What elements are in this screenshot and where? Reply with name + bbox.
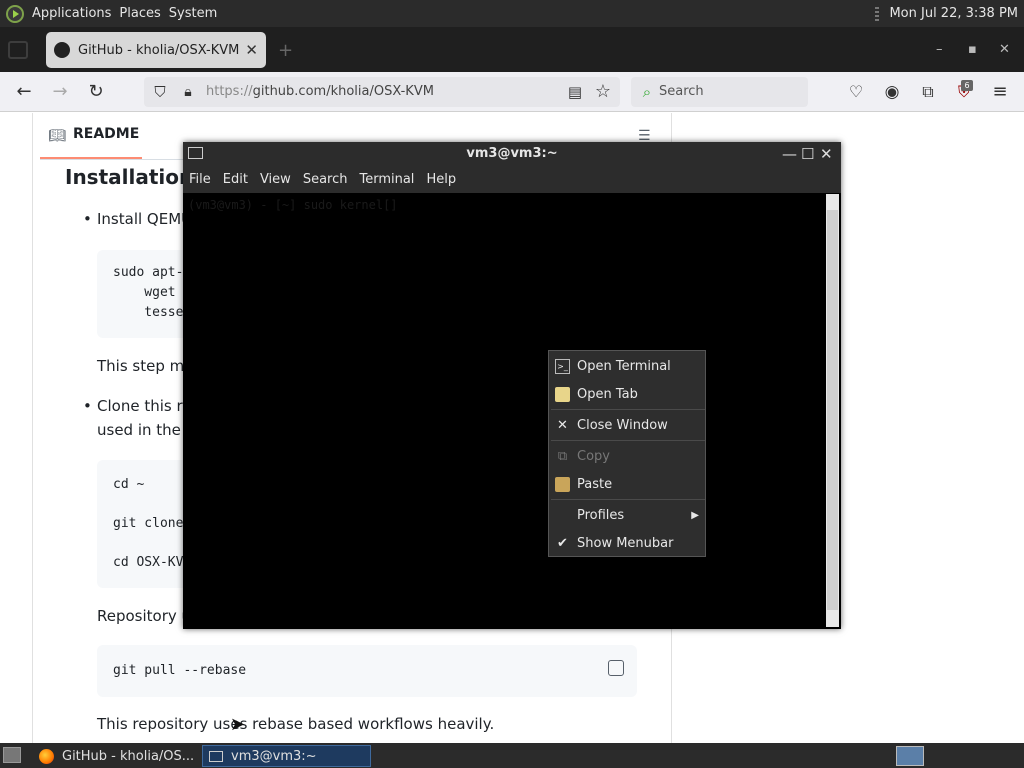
paragraph-rebase: This repository uses rebase based workfl…	[97, 715, 495, 733]
terminal-menubar: File Edit View Search Terminal Help	[183, 166, 841, 193]
top-panel: Applications Places System Mon Jul 22, 3…	[0, 0, 1024, 27]
firefox-icon	[39, 748, 54, 764]
terminal-maximize-button[interactable]: ☐	[801, 145, 814, 163]
hamburger-menu-icon[interactable]: ≡	[988, 80, 1012, 104]
copy-icon: ⧉	[557, 448, 568, 464]
book-icon: 📖︎	[48, 128, 66, 144]
tab-title: GitHub - kholia/OSX-KVM: R	[78, 42, 240, 58]
paragraph-repository: Repository u	[97, 607, 192, 625]
taskbar-item-terminal[interactable]: vm3@vm3:~	[202, 745, 371, 767]
terminal-minimize-button[interactable]: —	[782, 145, 797, 163]
terminal-scrollbar-thumb[interactable]	[827, 210, 838, 610]
ctx-profiles[interactable]: Profiles ▶	[549, 502, 707, 528]
terminal-window-icon[interactable]	[188, 147, 203, 159]
search-engine-icon: ⌕	[642, 83, 652, 101]
menu-search[interactable]: Search	[303, 172, 348, 187]
extensions-icon[interactable]: ⧉	[916, 80, 940, 104]
context-menu: >_ Open Terminal Open Tab ✕ Close Window…	[548, 350, 706, 557]
browser-minimize-button[interactable]: –	[936, 42, 943, 57]
code-line: git pull --rebase	[113, 663, 247, 678]
shield-icon[interactable]: ⛉	[148, 80, 172, 104]
check-icon: ✔	[557, 535, 568, 551]
distro-logo-icon[interactable]	[6, 4, 24, 23]
tab-overview-icon[interactable]	[8, 41, 28, 59]
ctx-open-tab[interactable]: Open Tab	[549, 381, 707, 407]
browser-maximize-button[interactable]: ▪	[968, 42, 977, 57]
paragraph-step: This step ma	[97, 357, 194, 375]
applications-menu[interactable]: Applications	[32, 6, 111, 21]
paste-icon	[555, 476, 570, 492]
terminal-prompt: (vm3@vm3) - [~] sudo kernel[]	[188, 198, 398, 212]
folder-tab-icon	[555, 386, 570, 402]
code-line: wget	[113, 285, 176, 300]
menu-terminal[interactable]: Terminal	[359, 172, 414, 187]
terminal-icon	[209, 750, 223, 762]
show-desktop-icon[interactable]	[3, 747, 21, 763]
workspace-switcher[interactable]	[896, 746, 924, 766]
submenu-arrow-icon: ▶	[691, 509, 699, 521]
terminal-close-button[interactable]: ✕	[820, 145, 833, 163]
browser-close-button[interactable]: ✕	[999, 42, 1010, 57]
blank-icon	[555, 508, 570, 523]
terminal-output[interactable]	[185, 194, 825, 627]
new-tab-icon[interactable]: +	[278, 40, 293, 61]
code-line: sudo apt-	[113, 265, 184, 280]
bullet-install-qemu: Install QEMU	[97, 210, 193, 228]
ctx-open-terminal[interactable]: >_ Open Terminal	[549, 353, 707, 379]
tab-close-icon[interactable]: ✕	[245, 41, 258, 59]
forward-icon[interactable]: →	[48, 80, 72, 104]
pocket-icon[interactable]: ♡	[844, 80, 868, 104]
mouse-cursor-icon: ➤	[230, 714, 246, 735]
menu-help[interactable]: Help	[426, 172, 456, 187]
browser-tab-github[interactable]: GitHub - kholia/OSX-KVM: R ✕	[46, 32, 266, 68]
ctx-separator	[551, 409, 705, 410]
bullet-dot: •	[83, 210, 92, 228]
back-icon[interactable]: ←	[12, 80, 36, 104]
lock-icon[interactable]: 🔒︎	[176, 80, 200, 104]
ublock-badge: 6	[961, 80, 973, 91]
ctx-separator	[551, 499, 705, 500]
bullet-dot: •	[83, 397, 92, 415]
code-line: git clone	[113, 516, 184, 531]
search-input[interactable]: Search	[659, 84, 704, 99]
code-line: tesse	[113, 305, 184, 320]
bullet-clone: Clone this re	[97, 397, 192, 415]
copy-code-icon[interactable]	[608, 660, 624, 676]
code-line: cd ~	[113, 477, 145, 492]
panel-handle-icon	[875, 6, 880, 21]
ctx-show-menubar[interactable]: ✔ Show Menubar	[549, 530, 707, 556]
menu-file[interactable]: File	[189, 172, 211, 187]
ctx-close-window[interactable]: ✕ Close Window	[549, 412, 707, 438]
places-menu[interactable]: Places	[119, 6, 160, 21]
close-icon: ✕	[557, 417, 568, 433]
reload-icon[interactable]: ↻	[84, 80, 108, 104]
taskbar-item-github[interactable]: GitHub - kholia/OS...	[33, 745, 198, 767]
bookmark-star-icon[interactable]: ☆	[591, 80, 615, 104]
reader-view-icon[interactable]: ▤	[563, 80, 587, 104]
system-menu[interactable]: System	[169, 6, 217, 21]
ctx-separator	[551, 440, 705, 441]
terminal-icon: >_	[555, 358, 570, 374]
url-text[interactable]: https://github.com/kholia/OSX-KVM	[206, 84, 434, 99]
menu-view[interactable]: View	[260, 172, 291, 187]
ctx-paste[interactable]: Paste	[549, 471, 707, 497]
bullet-clone-cont: used in the f	[97, 421, 191, 439]
github-icon	[54, 42, 70, 58]
readme-left-border	[32, 113, 33, 743]
readme-tab[interactable]: README	[73, 126, 139, 142]
code-line: cd OSX-KV	[113, 555, 184, 570]
clock[interactable]: Mon Jul 22, 3:38 PM	[889, 6, 1018, 21]
account-icon[interactable]: ◉	[880, 80, 904, 104]
terminal-titlebar[interactable]: vm3@vm3:~	[183, 142, 841, 166]
ctx-copy[interactable]: ⧉ Copy	[549, 443, 707, 469]
menu-edit[interactable]: Edit	[223, 172, 248, 187]
